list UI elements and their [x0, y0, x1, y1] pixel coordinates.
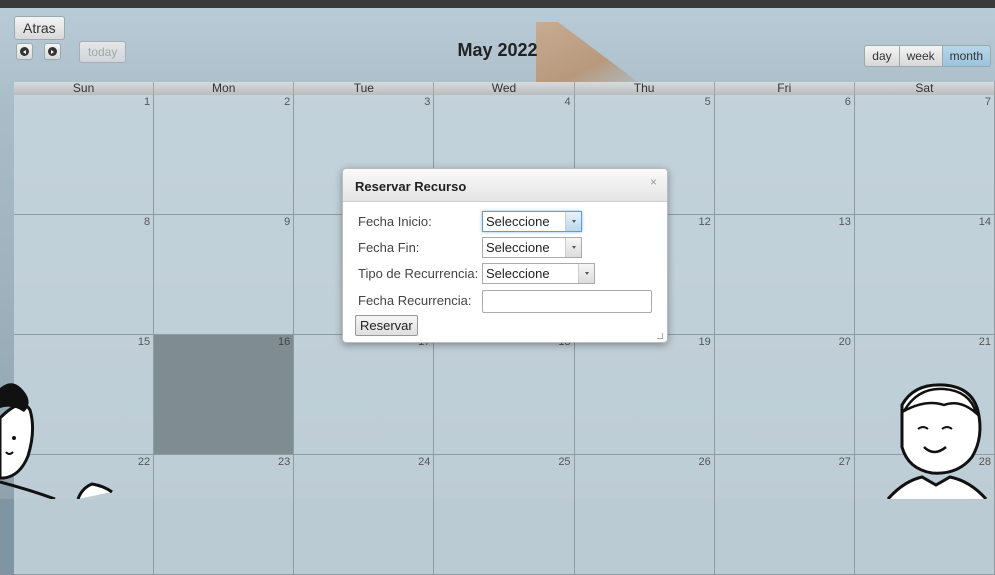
day-cell[interactable]: 14 [854, 215, 995, 335]
weekday-fri: Fri [714, 82, 855, 95]
day-number: 14 [978, 216, 991, 228]
fecha-fin-select[interactable]: Seleccione [482, 237, 582, 258]
fecha-inicio-value: Seleccione [486, 214, 550, 229]
day-number: 22 [137, 456, 151, 468]
day-number: 2 [284, 96, 291, 108]
day-number: 15 [137, 336, 151, 348]
day-number: 20 [838, 336, 851, 348]
chevron-down-icon [578, 264, 594, 283]
view-day-button[interactable]: day [864, 45, 900, 67]
weekday-tue: Tue [294, 82, 435, 95]
reservar-button[interactable]: Reservar [355, 315, 418, 336]
weekday-header: Sun Mon Tue Wed Thu Fri Sat [14, 82, 995, 95]
day-number: 13 [838, 216, 851, 228]
day-number: 27 [838, 456, 851, 468]
fecha-fin-label: Fecha Fin: [358, 240, 420, 255]
day-number: 7 [984, 96, 991, 108]
day-cell[interactable]: 17 [294, 335, 435, 455]
fecha-inicio-select[interactable]: Seleccione [482, 211, 582, 232]
cartoon-boy-right-illustration [886, 383, 988, 499]
reservar-recurso-dialog: Reservar Recurso × Fecha Inicio: Selecci… [342, 168, 668, 343]
day-cell[interactable]: 27 [714, 455, 855, 575]
weekday-sat: Sat [854, 82, 995, 95]
tipo-recurrencia-label: Tipo de Recurrencia: [358, 266, 479, 281]
back-button[interactable]: Atras [14, 16, 65, 40]
week-row: 22 23 24 25 26 27 28 [14, 455, 995, 575]
fecha-recurrencia-input[interactable] [482, 290, 652, 313]
day-cell[interactable]: 20 [714, 335, 855, 455]
week-row: 15 16 17 18 19 20 21 [14, 335, 995, 455]
day-number: 16 [278, 336, 291, 348]
day-cell[interactable]: 18 [434, 335, 575, 455]
day-cell[interactable]: 1 [14, 95, 155, 215]
calendar-title: May 2022 [457, 40, 538, 60]
window-top-bar [0, 0, 995, 8]
fecha-recurrencia-label: Fecha Recurrencia: [358, 293, 472, 308]
day-number: 6 [844, 96, 851, 108]
day-cell[interactable]: 13 [714, 215, 855, 335]
day-number: 12 [698, 216, 711, 228]
day-cell[interactable]: 8 [14, 215, 155, 335]
weekday-wed: Wed [434, 82, 575, 95]
chevron-down-icon [565, 212, 581, 231]
day-cell[interactable]: 24 [294, 455, 435, 575]
weekday-sun: Sun [14, 82, 155, 95]
dialog-title: Reservar Recurso [355, 179, 467, 194]
close-icon[interactable]: × [650, 175, 657, 189]
day-cell[interactable]: 19 [574, 335, 715, 455]
day-number: 4 [564, 96, 571, 108]
weekday-mon: Mon [154, 82, 295, 95]
day-number: 24 [418, 456, 431, 468]
day-cell[interactable]: 26 [574, 455, 715, 575]
day-cell[interactable]: 23 [154, 455, 295, 575]
day-number: 25 [558, 456, 571, 468]
day-number: 23 [278, 456, 291, 468]
day-number: 1 [144, 96, 151, 108]
day-cell[interactable]: 2 [154, 95, 295, 215]
view-month-button[interactable]: month [942, 45, 991, 67]
day-cell-today[interactable]: 16 [154, 335, 295, 455]
fecha-fin-value: Seleccione [486, 240, 550, 255]
fecha-inicio-label: Fecha Inicio: [358, 214, 432, 229]
chevron-down-icon [565, 238, 581, 257]
day-cell[interactable]: 7 [854, 95, 995, 215]
day-cell[interactable]: 9 [154, 215, 295, 335]
day-number: 19 [698, 336, 711, 348]
day-number: 5 [704, 96, 711, 108]
day-number: 9 [284, 216, 291, 228]
weekday-thu: Thu [574, 82, 715, 95]
day-number: 8 [144, 216, 151, 228]
day-number: 21 [978, 336, 991, 348]
tipo-recurrencia-value: Seleccione [486, 266, 550, 281]
dialog-header: Reservar Recurso × [343, 169, 667, 202]
day-cell[interactable]: 25 [434, 455, 575, 575]
day-number: 26 [698, 456, 711, 468]
day-cell[interactable]: 6 [714, 95, 855, 215]
day-number: 3 [424, 96, 431, 108]
view-switcher: day week month [864, 45, 991, 67]
tipo-recurrencia-select[interactable]: Seleccione [482, 263, 595, 284]
view-week-button[interactable]: week [899, 45, 943, 67]
cartoon-boy-left-illustration [0, 383, 113, 499]
resize-handle[interactable] [657, 333, 663, 339]
